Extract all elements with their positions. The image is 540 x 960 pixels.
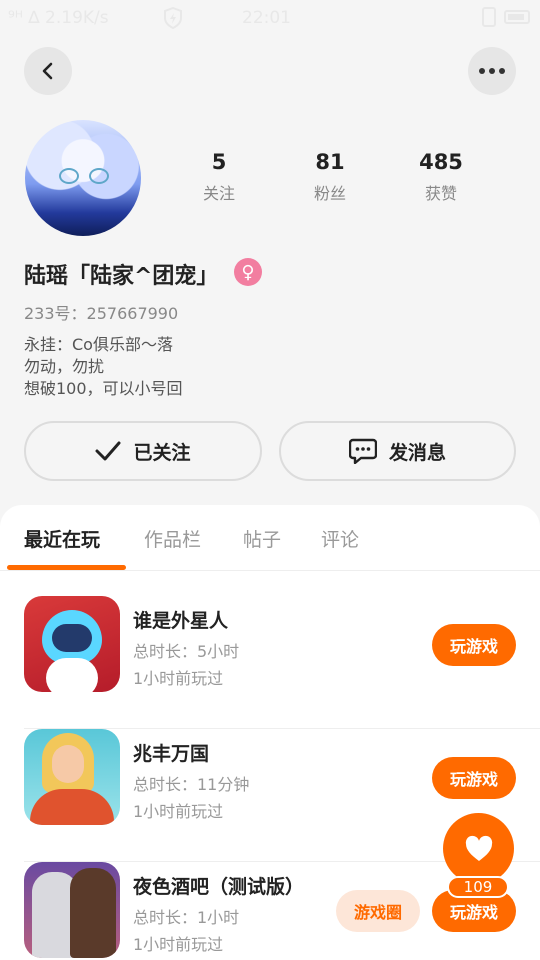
game-duration: 总时长：11分钟 bbox=[133, 775, 250, 794]
like-count-badge: 109 bbox=[447, 876, 509, 898]
send-message-button[interactable]: 发消息 bbox=[279, 421, 516, 481]
play-game-button[interactable]: 玩游戏 bbox=[432, 757, 516, 799]
more-icon bbox=[479, 68, 505, 74]
game-last-played: 1小时前玩过 bbox=[133, 802, 224, 821]
play-game-button[interactable]: 玩游戏 bbox=[432, 624, 516, 666]
user-id: 233号：257667990 bbox=[24, 304, 179, 323]
following-label: 关注 bbox=[202, 184, 235, 203]
game-title: 兆丰万国 bbox=[133, 743, 210, 765]
game-duration: 总时长：5小时 bbox=[133, 642, 240, 661]
battery-icon bbox=[504, 10, 530, 24]
send-message-label: 发消息 bbox=[388, 441, 446, 464]
followers-count: 81 bbox=[315, 150, 345, 174]
chat-bubble-icon bbox=[348, 438, 377, 464]
followed-button[interactable]: 已关注 bbox=[24, 421, 262, 481]
heart-icon bbox=[465, 835, 492, 861]
stat-following[interactable]: 5 关注 bbox=[179, 150, 259, 204]
female-icon: ♀ bbox=[234, 258, 262, 286]
back-button[interactable] bbox=[24, 47, 72, 95]
bar-game-icon[interactable] bbox=[24, 862, 120, 958]
clock: 22:01 bbox=[242, 8, 291, 28]
network-speed: ⁹ᴴ ∆ 2.19K/s bbox=[8, 8, 109, 28]
game-last-played: 1小时前玩过 bbox=[133, 669, 224, 688]
stat-followers[interactable]: 81 粉丝 bbox=[290, 150, 370, 204]
phone-icon bbox=[482, 7, 496, 27]
game-duration: 总时长：1小时 bbox=[133, 908, 240, 927]
game-last-played: 1小时前玩过 bbox=[133, 935, 224, 954]
alien-game-icon[interactable] bbox=[24, 596, 120, 692]
more-options-button[interactable] bbox=[468, 47, 516, 95]
shield-icon bbox=[164, 7, 182, 29]
tab-recently-played[interactable]: 最近在玩 bbox=[24, 525, 100, 552]
followers-label: 粉丝 bbox=[313, 184, 346, 203]
tab-bar: 最近在玩 作品栏 帖子 评论 bbox=[0, 505, 540, 571]
game-circle-button[interactable]: 游戏圈 bbox=[336, 890, 420, 932]
likes-label: 获赞 bbox=[424, 184, 457, 203]
followed-label: 已关注 bbox=[133, 441, 191, 464]
game-title: 夜色酒吧（测试版） bbox=[133, 876, 305, 898]
avatar[interactable] bbox=[25, 120, 141, 236]
tab-posts[interactable]: 帖子 bbox=[243, 525, 281, 552]
bio-text: 永挂：Co俱乐部～落 勿动，勿扰 想破100，可以小号回 bbox=[24, 335, 183, 398]
gender-symbol: ♀ bbox=[241, 261, 255, 283]
status-bar: ⁹ᴴ ∆ 2.19K/s 22:01 bbox=[0, 0, 540, 38]
following-count: 5 bbox=[211, 150, 227, 174]
check-icon bbox=[95, 441, 121, 461]
chevron-left-icon bbox=[42, 62, 53, 80]
game-title: 谁是外星人 bbox=[133, 610, 229, 632]
list-item[interactable]: 谁是外星人 总时长：5小时 1小时前玩过 玩游戏 bbox=[0, 596, 540, 729]
stat-likes[interactable]: 485 获赞 bbox=[401, 150, 481, 204]
noodle-game-icon[interactable] bbox=[24, 729, 120, 825]
username: 陆瑶「陆家^团宠」 bbox=[24, 264, 219, 289]
likes-count: 485 bbox=[419, 150, 463, 174]
tab-works[interactable]: 作品栏 bbox=[144, 525, 201, 552]
like-button[interactable] bbox=[443, 813, 514, 884]
tab-comments[interactable]: 评论 bbox=[321, 525, 359, 552]
active-tab-indicator bbox=[7, 565, 126, 570]
